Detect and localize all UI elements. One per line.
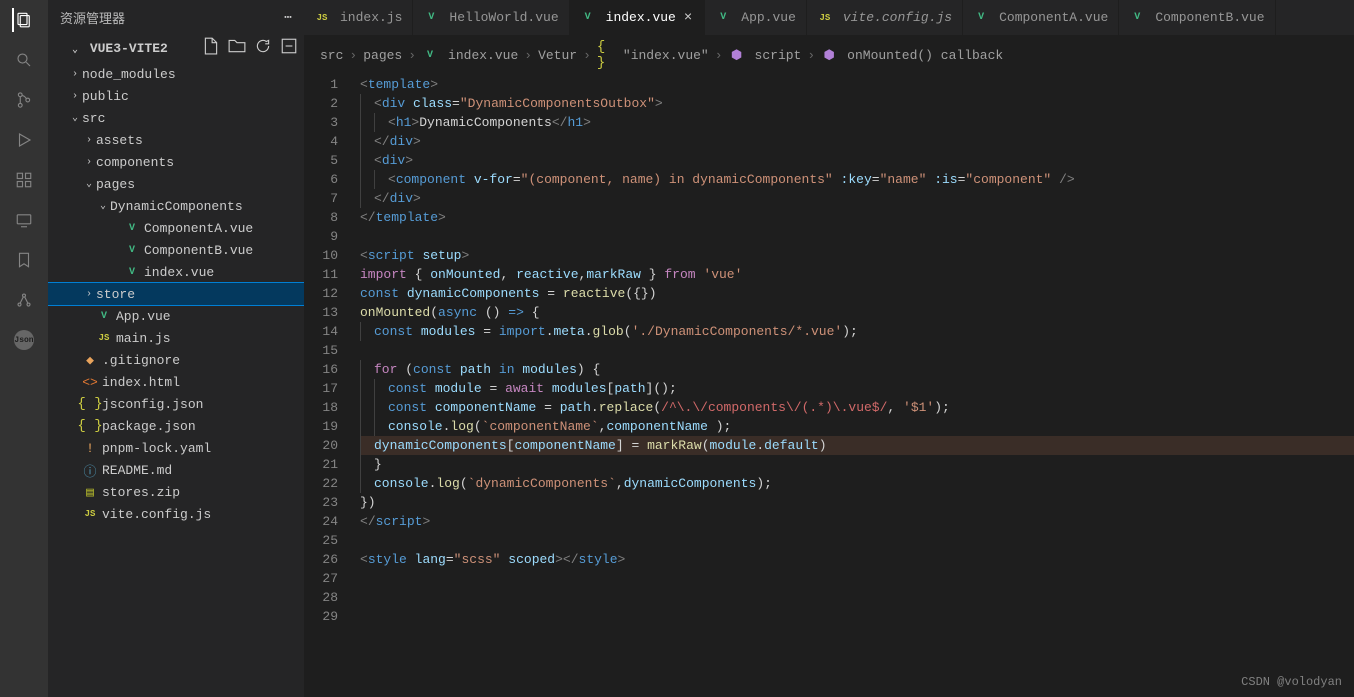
tree-item[interactable]: ›components	[48, 151, 304, 173]
code-content[interactable]: <template><div class="DynamicComponentsO…	[354, 75, 1354, 697]
breadcrumb-item[interactable]: onMounted() callback	[847, 48, 1003, 63]
debug-icon[interactable]	[12, 128, 36, 152]
tree-item[interactable]: { }jsconfig.json	[48, 393, 304, 415]
new-file-icon[interactable]	[202, 37, 220, 59]
sidebar-title-row: 资源管理器 ⋯	[48, 0, 304, 35]
activity-bar: Json	[0, 0, 48, 697]
bookmark-icon[interactable]	[12, 248, 36, 272]
tree-item[interactable]: ›store	[48, 283, 304, 305]
refresh-icon[interactable]	[254, 37, 272, 59]
project-name: VUE3-VITE2	[90, 41, 168, 56]
tab[interactable]: Vindex.vue×	[570, 0, 706, 35]
tree-item[interactable]: VComponentA.vue	[48, 217, 304, 239]
watermark: CSDN @volodyan	[1241, 675, 1342, 689]
tree-item[interactable]: ⌄pages	[48, 173, 304, 195]
json-icon[interactable]: Json	[12, 328, 36, 352]
sidebar-actions[interactable]: ⋯	[284, 10, 292, 25]
tree-item[interactable]: Vindex.vue	[48, 261, 304, 283]
tab[interactable]: JSvite.config.js	[807, 0, 963, 35]
tree-item[interactable]: JSmain.js	[48, 327, 304, 349]
tab[interactable]: VHelloWorld.vue	[413, 0, 569, 35]
sidebar-root[interactable]: ⌄ VUE3-VITE2	[48, 35, 304, 61]
close-icon[interactable]: ×	[682, 10, 694, 26]
tree-item[interactable]: ›node_modules	[48, 63, 304, 85]
new-folder-icon[interactable]	[228, 37, 246, 59]
editor-area: JSindex.jsVHelloWorld.vueVindex.vue×VApp…	[304, 0, 1354, 697]
sidebar: 资源管理器 ⋯ ⌄ VUE3-VITE2 ›node_modules›publi…	[48, 0, 304, 697]
tree-item[interactable]: ›assets	[48, 129, 304, 151]
tree-item[interactable]: ⌄DynamicComponents	[48, 195, 304, 217]
tree-item[interactable]: VApp.vue	[48, 305, 304, 327]
breadcrumb-item[interactable]: pages	[363, 48, 402, 63]
tree-item[interactable]: ⌄src	[48, 107, 304, 129]
line-gutter: 1234567891011121314151617181920212223242…	[304, 75, 354, 697]
tree-item[interactable]: ⓘREADME.md	[48, 459, 304, 481]
tree-item[interactable]: <>index.html	[48, 371, 304, 393]
breadcrumb-item[interactable]: src	[320, 48, 343, 63]
sidebar-title: 资源管理器	[60, 8, 125, 27]
tree-item[interactable]: VComponentB.vue	[48, 239, 304, 261]
editor[interactable]: 1234567891011121314151617181920212223242…	[304, 75, 1354, 697]
collapse-icon[interactable]	[280, 37, 298, 59]
tree-item[interactable]: ›public	[48, 85, 304, 107]
breadcrumb-item[interactable]: script	[755, 48, 802, 63]
source-control-icon[interactable]	[12, 88, 36, 112]
search-icon[interactable]	[12, 48, 36, 72]
tab[interactable]: VComponentA.vue	[963, 0, 1119, 35]
ast-icon[interactable]	[12, 288, 36, 312]
explorer-icon[interactable]	[12, 8, 36, 32]
tree-item[interactable]: { }package.json	[48, 415, 304, 437]
tree-item[interactable]: JSvite.config.js	[48, 503, 304, 525]
extensions-icon[interactable]	[12, 168, 36, 192]
tab[interactable]: VComponentB.vue	[1119, 0, 1275, 35]
breadcrumb[interactable]: src›pages›Vindex.vue›Vetur›{ }"index.vue…	[304, 35, 1354, 75]
tab-bar: JSindex.jsVHelloWorld.vueVindex.vue×VApp…	[304, 0, 1354, 35]
tree-item[interactable]: ▤stores.zip	[48, 481, 304, 503]
breadcrumb-item[interactable]: Vetur	[538, 48, 577, 63]
tab[interactable]: VApp.vue	[705, 0, 807, 35]
breadcrumb-item[interactable]: index.vue	[448, 48, 518, 63]
file-tree: ›node_modules›public⌄src›assets›componen…	[48, 61, 304, 697]
remote-icon[interactable]	[12, 208, 36, 232]
breadcrumb-item[interactable]: "index.vue"	[623, 48, 709, 63]
tab[interactable]: JSindex.js	[304, 0, 413, 35]
tree-item[interactable]: !pnpm-lock.yaml	[48, 437, 304, 459]
tree-item[interactable]: ◆.gitignore	[48, 349, 304, 371]
